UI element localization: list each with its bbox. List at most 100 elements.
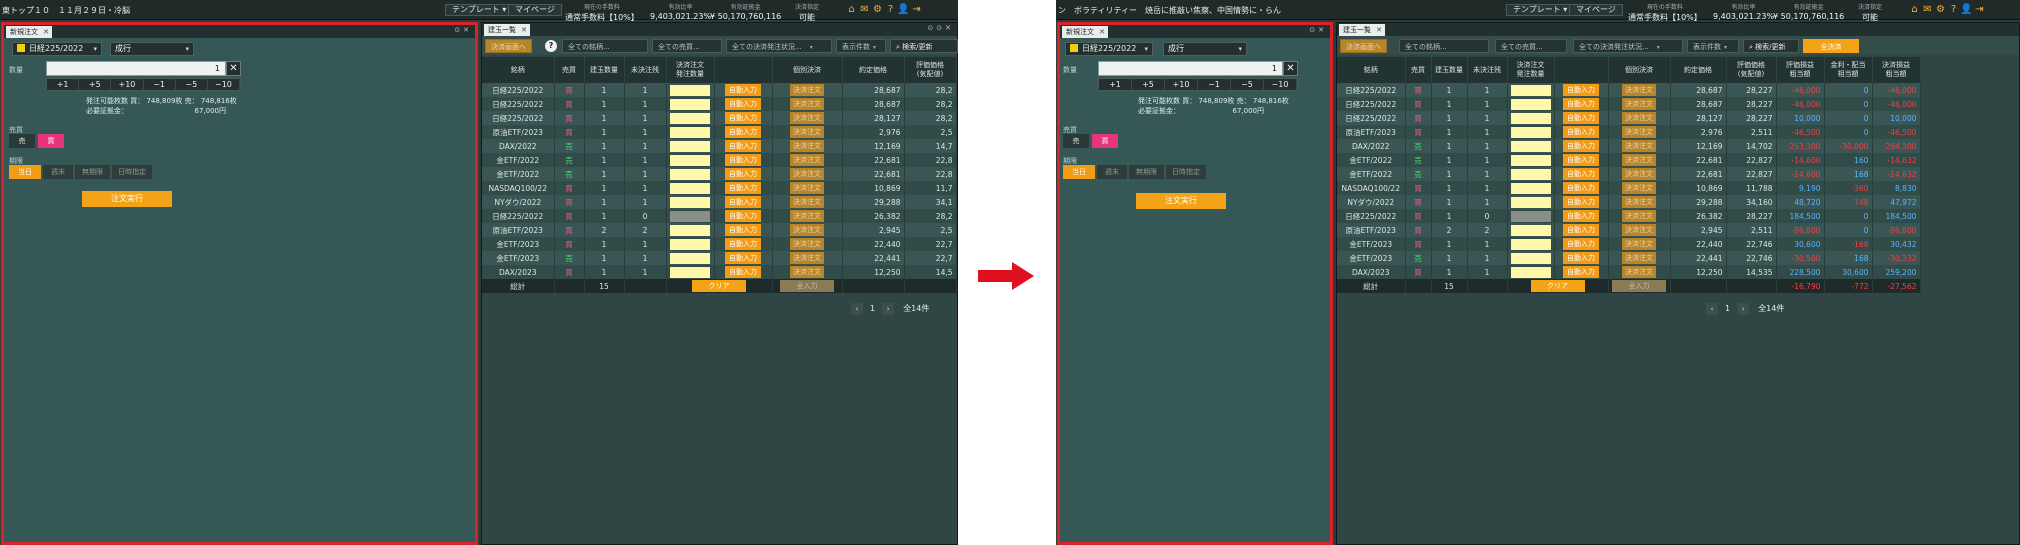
template-menu[interactable]: テンプレート ▾ xyxy=(1506,4,1575,16)
step-plus1-button[interactable]: +1 xyxy=(1099,79,1132,90)
auto-input-button[interactable]: 自動入力 xyxy=(725,238,761,250)
prev-page-button[interactable]: ‹ xyxy=(1706,303,1718,315)
step-minus5-button[interactable]: −5 xyxy=(1231,79,1264,90)
auto-input-button[interactable]: 自動入力 xyxy=(1563,126,1599,138)
settle-order-button[interactable]: 決済注文 xyxy=(790,126,824,138)
user-icon[interactable]: 👤 xyxy=(1960,4,1973,16)
settle-qty-input[interactable] xyxy=(1510,98,1551,110)
period-datetime[interactable]: 日時指定 xyxy=(112,165,152,179)
sell-button[interactable]: 売 xyxy=(1063,134,1089,148)
table-row[interactable]: 日経225/2022 買 1 0 自動入力 決済注文 26,382 28,227 184,500… xyxy=(1337,209,1921,223)
table-row[interactable]: DAX/2023 買 1 1 自動入力 決済注文 12,250 14,5 xyxy=(482,265,957,279)
window-controls[interactable]: ⊙⊙✕ xyxy=(927,24,954,32)
auto-input-button[interactable]: 自動入力 xyxy=(725,196,761,208)
table-row[interactable]: 原油ETF/2023 買 1 1 自動入力 決済注文 2,976 2,5 xyxy=(482,125,957,139)
settle-order-button[interactable]: 決済注文 xyxy=(1622,112,1656,124)
settle-order-button[interactable]: 決済注文 xyxy=(790,140,824,152)
auto-input-button[interactable]: 自動入力 xyxy=(725,224,761,236)
close-icon[interactable]: ✕ xyxy=(521,24,527,36)
settle-qty-input[interactable] xyxy=(1510,266,1551,278)
auto-input-button[interactable]: 自動入力 xyxy=(1563,210,1599,222)
settle-qty-input[interactable] xyxy=(1510,126,1551,138)
status-filter[interactable]: 全ての決済発注状況... ▾ xyxy=(1573,39,1683,53)
settle-order-button[interactable]: 決済注文 xyxy=(790,112,824,124)
settle-screen-button[interactable]: 決済画面へ xyxy=(485,39,532,53)
auto-input-button[interactable]: 自動入力 xyxy=(725,84,761,96)
buy-button[interactable]: 買 xyxy=(38,134,64,148)
side-filter[interactable]: 全ての売買... xyxy=(652,39,722,53)
search-button[interactable]: ⌕ 検索/更新 xyxy=(890,39,958,53)
order-type-select[interactable]: 成行 ▾ xyxy=(110,42,194,56)
settle-qty-input[interactable] xyxy=(670,196,710,208)
auto-input-button[interactable]: 自動入力 xyxy=(725,98,761,110)
settle-qty-input[interactable] xyxy=(1510,210,1551,222)
period-weekend[interactable]: 週末 xyxy=(43,165,73,179)
product-filter[interactable]: 全ての銘柄... xyxy=(562,39,648,53)
user-icon[interactable]: 👤 xyxy=(897,4,910,16)
search-button[interactable]: ⌕ 検索/更新 xyxy=(1743,39,1799,53)
settle-order-button[interactable]: 決済注文 xyxy=(790,196,824,208)
settle-qty-input[interactable] xyxy=(1510,154,1551,166)
settle-screen-button[interactable]: 決済画面へ xyxy=(1340,39,1387,53)
mypage-button[interactable]: マイページ xyxy=(1569,4,1623,16)
table-row[interactable]: NYダウ/2022 買 1 1 自動入力 決済注文 29,288 34,1 xyxy=(482,195,957,209)
settle-order-button[interactable]: 決済注文 xyxy=(790,98,824,110)
step-minus5-button[interactable]: −5 xyxy=(176,79,208,90)
auto-input-button[interactable]: 自動入力 xyxy=(1563,98,1599,110)
settle-qty-input[interactable] xyxy=(670,224,710,236)
period-datetime[interactable]: 日時指定 xyxy=(1166,165,1206,179)
logout-icon[interactable]: ⇥ xyxy=(1973,4,1986,16)
gear-icon[interactable]: ⚙ xyxy=(871,4,884,16)
logout-icon[interactable]: ⇥ xyxy=(910,4,923,16)
settle-qty-input[interactable] xyxy=(670,266,710,278)
auto-input-button[interactable]: 自動入力 xyxy=(725,112,761,124)
bulk-settle-button[interactable]: 全決済 xyxy=(1803,39,1859,53)
window-controls[interactable]: ⊙✕ xyxy=(454,26,472,34)
table-row[interactable]: 金ETF/2022 売 1 1 自動入力 決済注文 22,681 22,827 -14,600 1… xyxy=(1337,153,1921,167)
table-row[interactable]: 金ETF/2022 売 1 1 自動入力 決済注文 22,681 22,827 -14,600 1… xyxy=(1337,167,1921,181)
step-minus1-button[interactable]: −1 xyxy=(144,79,176,90)
gear-icon[interactable]: ⚙ xyxy=(1934,4,1947,16)
auto-input-button[interactable]: 自動入力 xyxy=(1563,196,1599,208)
settle-order-button[interactable]: 決済注文 xyxy=(1622,224,1656,236)
settle-qty-input[interactable] xyxy=(1510,238,1551,250)
settle-order-button[interactable]: 決済注文 xyxy=(1622,196,1656,208)
settle-qty-input[interactable] xyxy=(670,112,710,124)
settle-qty-input[interactable] xyxy=(1510,196,1551,208)
settle-qty-input[interactable] xyxy=(670,154,710,166)
settle-order-button[interactable]: 決済注文 xyxy=(1622,182,1656,194)
next-page-button[interactable]: › xyxy=(1737,303,1750,315)
step-plus5-button[interactable]: +5 xyxy=(1132,79,1165,90)
auto-input-button[interactable]: 自動入力 xyxy=(1563,266,1599,278)
all-input-button[interactable]: 全入力 xyxy=(1612,280,1666,292)
settle-order-button[interactable]: 決済注文 xyxy=(1622,238,1656,250)
prev-page-button[interactable]: ‹ xyxy=(851,303,863,315)
home-icon[interactable]: ⌂ xyxy=(1908,4,1921,16)
period-today[interactable]: 当日 xyxy=(1063,165,1095,179)
period-weekend[interactable]: 週末 xyxy=(1097,165,1127,179)
settle-order-button[interactable]: 決済注文 xyxy=(790,224,824,236)
step-plus10-button[interactable]: +10 xyxy=(111,79,144,90)
settle-order-button[interactable]: 決済注文 xyxy=(1622,168,1656,180)
settle-order-button[interactable]: 決済注文 xyxy=(790,210,824,222)
auto-input-button[interactable]: 自動入力 xyxy=(1563,224,1599,236)
product-filter[interactable]: 全ての銘柄... xyxy=(1399,39,1489,53)
settle-order-button[interactable]: 決済注文 xyxy=(790,154,824,166)
tab-new-order[interactable]: 新規注文 ✕ xyxy=(6,26,52,38)
display-count-select[interactable]: 表示件数 ▾ xyxy=(1687,39,1739,53)
table-row[interactable]: 日経225/2022 買 1 1 自動入力 決済注文 28,687 28,2 xyxy=(482,83,957,97)
period-today[interactable]: 当日 xyxy=(9,165,41,179)
auto-input-button[interactable]: 自動入力 xyxy=(1563,154,1599,166)
auto-input-button[interactable]: 自動入力 xyxy=(725,140,761,152)
auto-input-button[interactable]: 自動入力 xyxy=(1563,238,1599,250)
auto-input-button[interactable]: 自動入力 xyxy=(1563,112,1599,124)
table-row[interactable]: 金ETF/2022 売 1 1 自動入力 決済注文 22,681 22,8 xyxy=(482,167,957,181)
settle-qty-input[interactable] xyxy=(1510,224,1551,236)
settle-order-button[interactable]: 決済注文 xyxy=(790,266,824,278)
settle-qty-input[interactable] xyxy=(1510,84,1551,96)
table-row[interactable]: 原油ETF/2023 買 2 2 自動入力 決済注文 2,945 2,511 -86,800 0-… xyxy=(1337,223,1921,237)
table-row[interactable]: 原油ETF/2023 買 1 1 自動入力 決済注文 2,976 2,511 -46,500 0-… xyxy=(1337,125,1921,139)
clear-qty-icon[interactable]: ✕ xyxy=(1283,61,1298,76)
settle-order-button[interactable]: 決済注文 xyxy=(790,84,824,96)
template-menu[interactable]: テンプレート ▾ xyxy=(445,4,514,16)
